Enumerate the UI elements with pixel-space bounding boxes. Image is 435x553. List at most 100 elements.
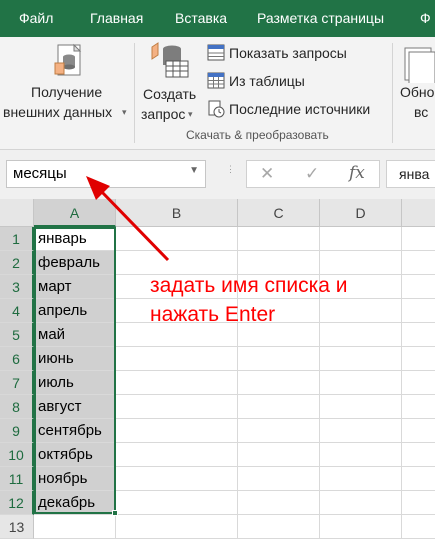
name-box[interactable]: месяцы ▼ [6,160,206,188]
row-header[interactable]: 13 [0,515,34,539]
get-external-data-button[interactable]: Получение внешних данных ▾ [0,37,132,132]
cell[interactable] [116,467,238,491]
cell[interactable] [402,491,435,515]
column-header-c[interactable]: C [238,199,320,227]
cell[interactable] [320,419,402,443]
check-icon[interactable]: ✓ [305,164,319,184]
cell[interactable] [320,347,402,371]
chevron-down-icon[interactable]: ▼ [189,165,199,176]
cell[interactable] [238,395,320,419]
row-header[interactable]: 3 [0,275,34,299]
row-header[interactable]: 7 [0,371,34,395]
cell[interactable] [116,491,238,515]
tab-formulas[interactable]: Ф [420,0,431,37]
cell[interactable] [238,491,320,515]
cell[interactable] [320,395,402,419]
ribbon-divider [392,43,393,143]
cell[interactable] [402,419,435,443]
cell[interactable] [402,395,435,419]
cell[interactable] [238,347,320,371]
get-external-data-label-1: Получение [31,84,103,100]
cell[interactable] [402,251,435,275]
row-header[interactable]: 5 [0,323,34,347]
cell[interactable] [402,227,435,251]
cell[interactable] [238,443,320,467]
cell[interactable] [402,443,435,467]
select-all-corner[interactable] [0,199,34,227]
function-icon[interactable]: fx [349,163,365,183]
tab-insert[interactable]: Вставка [175,0,227,37]
cell[interactable] [116,227,238,251]
cell[interactable] [116,347,238,371]
column-header-e[interactable] [402,199,435,227]
show-queries-label: Показать запросы [229,45,347,61]
menu-bar: Файл Главная Вставка Разметка страницы Ф [0,0,435,37]
cell[interactable] [320,467,402,491]
from-table-button[interactable]: Из таблицы [206,70,366,92]
cell[interactable] [402,467,435,491]
recent-sources-label: Последние источники [229,101,371,117]
formula-buttons: ✕ ✓ fx [246,160,380,188]
worksheet-grid: A B C D 1 январь 2 февраль 3 март 4 апрель 5 май 6… [0,199,435,553]
tab-file[interactable]: Файл [19,0,53,37]
row-header[interactable]: 11 [0,467,34,491]
cell[interactable] [238,419,320,443]
row-header[interactable]: 6 [0,347,34,371]
row-header[interactable]: 8 [0,395,34,419]
formula-input-value: янва [399,166,430,182]
refresh-all-label-1: Обно [400,84,435,100]
cell[interactable] [402,371,435,395]
cell[interactable] [320,491,402,515]
cell[interactable] [116,515,238,539]
fill-handle[interactable] [112,510,118,516]
cell-a[interactable] [34,515,116,539]
recent-sources-button[interactable]: Последние источники [206,98,391,120]
column-header-d[interactable]: D [320,199,402,227]
cell[interactable] [402,299,435,323]
cell[interactable] [320,443,402,467]
instruction-annotation: задать имя списка и нажать Enter [150,271,348,329]
get-external-data-label-2: внешних данных [3,104,113,120]
formula-bar-grip[interactable]: ⋮ [226,165,235,183]
row-header[interactable]: 10 [0,443,34,467]
row-header[interactable]: 1 [0,227,34,251]
row-header[interactable]: 12 [0,491,34,515]
refresh-icon [404,47,435,83]
name-box-value: месяцы [13,165,67,182]
cell[interactable] [402,275,435,299]
cell[interactable] [116,443,238,467]
show-queries-icon [207,44,225,61]
table-icon [207,72,225,89]
cell[interactable] [116,419,238,443]
create-query-button[interactable]: Создать запрос ▾ [138,37,204,132]
cell[interactable] [116,395,238,419]
cell[interactable] [320,515,402,539]
close-icon[interactable]: ✕ [260,164,274,184]
cell[interactable] [320,371,402,395]
column-header-b[interactable]: B [116,199,238,227]
refresh-all-button[interactable]: Обно вс [396,37,435,132]
refresh-all-label-2: вс [414,104,429,120]
row-header[interactable]: 2 [0,251,34,275]
cell[interactable] [238,515,320,539]
column-header-a[interactable]: A [34,199,116,227]
cell[interactable] [402,515,435,539]
selection-range [34,227,116,514]
ribbon-divider [134,43,135,143]
chevron-down-icon: ▾ [188,109,193,119]
cell[interactable] [116,371,238,395]
row-header[interactable]: 4 [0,299,34,323]
tab-page-layout[interactable]: Разметка страницы [257,0,384,37]
annotation-line-1: задать имя списка и [150,274,348,297]
cell[interactable] [402,347,435,371]
formula-input[interactable]: янва [386,160,435,188]
cell[interactable] [238,467,320,491]
cell[interactable] [402,323,435,347]
tab-home[interactable]: Главная [90,0,143,37]
cell[interactable] [238,371,320,395]
cell[interactable] [238,227,320,251]
row-header[interactable]: 9 [0,419,34,443]
show-queries-button[interactable]: Показать запросы [206,42,366,64]
chevron-down-icon: ▾ [122,107,127,117]
cell[interactable] [320,227,402,251]
